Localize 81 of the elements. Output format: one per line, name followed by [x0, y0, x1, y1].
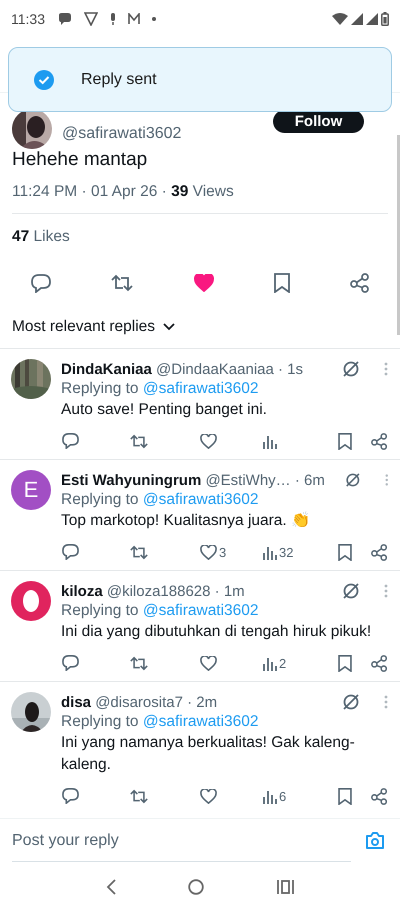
- reply-time: · 6m: [294, 472, 325, 488]
- chat-icon: [58, 12, 72, 26]
- views-count: 6: [279, 788, 286, 804]
- views-icon[interactable]: [263, 788, 277, 804]
- views-count: 2: [279, 656, 286, 670]
- back-icon[interactable]: [106, 879, 116, 895]
- author-handle: @safirawati3602: [62, 124, 182, 144]
- replying-to: Replying to @safirawati3602: [61, 602, 260, 620]
- share-icon[interactable]: [350, 273, 370, 293]
- reply-author-name: disa: [61, 694, 92, 710]
- reply-handle: @disarosita7: [95, 694, 183, 710]
- share-icon[interactable]: [371, 788, 388, 804]
- reply-text: Ini dia yang dibutuhkan di tengah hiruk pikuk!: [61, 622, 372, 642]
- reply-handle: @kiloza188628: [106, 582, 210, 600]
- reply-author-name: DindaKaniaa: [61, 360, 152, 378]
- reply-author-name: Esti Wahyuningrum: [61, 472, 202, 488]
- bookmark-icon[interactable]: [338, 432, 352, 450]
- heart-icon[interactable]: [200, 544, 217, 560]
- avatar-letter: E: [11, 470, 51, 510]
- share-icon[interactable]: [371, 544, 388, 560]
- reply-time: · 2m: [186, 694, 218, 710]
- reply-icon[interactable]: [62, 544, 79, 560]
- chevron-icon[interactable]: [163, 323, 176, 331]
- bookmark-icon[interactable]: [274, 273, 290, 293]
- repost-icon[interactable]: [130, 434, 148, 448]
- reply-text: Auto save! Penting banget ini.: [61, 400, 268, 420]
- views-icon[interactable]: [263, 656, 277, 670]
- mic-icon: [110, 12, 116, 26]
- views-icon[interactable]: [263, 544, 277, 560]
- mention-link[interactable]: @safirawati3602: [142, 713, 259, 730]
- reply-handle: @DindaaKaaniaa: [156, 360, 274, 378]
- shield-icon: [84, 12, 98, 26]
- reply-time: · 1s: [277, 360, 304, 378]
- share-icon[interactable]: [371, 432, 388, 450]
- replying-to: Replying to @safirawati3602: [61, 491, 260, 509]
- ring-avatar-icon: [11, 581, 51, 621]
- reply-text: Top markotop! Kualitasnya juara. 👏: [61, 510, 312, 531]
- share-icon[interactable]: [371, 654, 388, 672]
- bookmark-icon[interactable]: [338, 544, 352, 560]
- mention-link[interactable]: @safirawati3602: [142, 380, 259, 397]
- signal-icon: [366, 13, 378, 25]
- repost-icon[interactable]: [130, 656, 148, 670]
- home-icon[interactable]: [188, 879, 204, 895]
- replying-to: Replying to @safirawati3602: [61, 713, 260, 731]
- heart-icon[interactable]: [200, 788, 217, 804]
- likes-count: 47 Likes: [12, 228, 71, 246]
- replying-to: Replying to @safirawati3602: [61, 380, 260, 398]
- bookmark-icon[interactable]: [338, 654, 352, 672]
- camera-icon[interactable]: [365, 832, 385, 850]
- post-meta: 11:24 PM · 01 Apr 26 · 39 Views: [12, 183, 235, 201]
- repost-icon[interactable]: [130, 544, 148, 560]
- reply-icon[interactable]: [31, 274, 51, 292]
- reply-icon[interactable]: [62, 433, 79, 449]
- toast-message: Reply sent: [81, 70, 157, 88]
- views-count: 32: [279, 544, 294, 560]
- post-text: Hehehe mantap: [12, 149, 148, 171]
- wifi-icon: [332, 13, 348, 25]
- signal-icon: [351, 13, 363, 25]
- recents-icon[interactable]: [276, 880, 294, 894]
- views-icon[interactable]: [263, 434, 277, 448]
- reply-handle: @EstiWhy…: [205, 472, 291, 488]
- heart-icon[interactable]: [194, 274, 214, 292]
- battery-icon: [381, 12, 389, 26]
- status-time: 11:33: [11, 11, 45, 27]
- dot-icon: [152, 17, 156, 21]
- reply-time: · 1m: [214, 582, 245, 600]
- heart-icon[interactable]: [200, 656, 217, 670]
- mention-link[interactable]: @safirawati3602: [142, 602, 259, 619]
- heart-icon[interactable]: [200, 434, 217, 448]
- check-icon: [34, 70, 54, 90]
- reply-icon[interactable]: [62, 655, 79, 671]
- bookmark-icon[interactable]: [338, 788, 352, 804]
- reply-icon[interactable]: [62, 788, 79, 804]
- sort-dropdown[interactable]: Most relevant replies: [12, 318, 156, 336]
- like-count: 3: [219, 544, 226, 560]
- repost-icon[interactable]: [111, 274, 134, 292]
- mention-link[interactable]: @safirawati3602: [142, 491, 259, 508]
- reply-author-name: kiloza: [61, 582, 103, 600]
- mail-icon: [128, 13, 140, 25]
- reply-text: Ini yang namanya berkualitas! Gak kaleng-kaleng.: [61, 733, 356, 775]
- repost-icon[interactable]: [130, 788, 148, 804]
